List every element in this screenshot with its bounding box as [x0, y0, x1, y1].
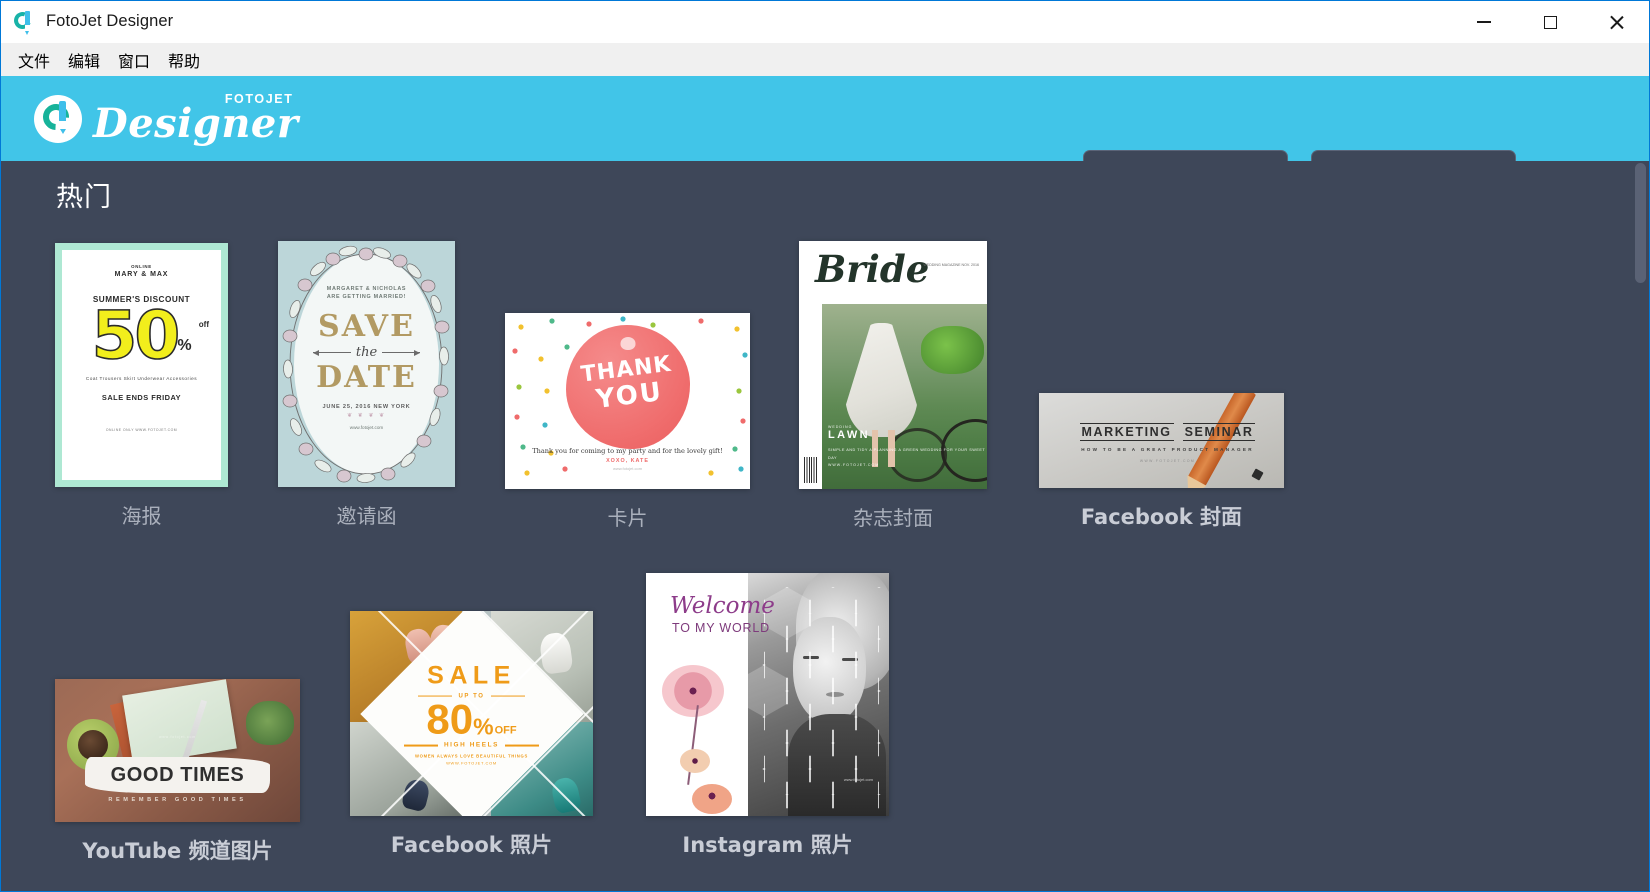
fotojet-logo-icon [11, 8, 36, 35]
template-label-poster: 海报 [121, 504, 162, 528]
facebook-cover-thumbnail: MARKETING SEMINAR HOW TO BE A GREAT PROD… [1039, 393, 1284, 488]
flower-icon [662, 665, 724, 717]
youtube-title: GOOD TIMES [110, 764, 245, 786]
instagram-thumbnail: Welcome TO MY WORLD www.fotojet.com [646, 573, 889, 816]
template-label-card: 卡片 [607, 506, 648, 530]
fbpost-tagline: WOMEN ALWAYS LOVE BEAUTIFUL THINGS [415, 753, 528, 759]
invite-when: JUNE 25, 2016 NEW YORK [322, 404, 411, 411]
poster-percent: % [177, 336, 192, 354]
menu-item-window[interactable]: 窗口 [109, 45, 159, 75]
fotojet-mark-icon [34, 94, 82, 143]
template-card-youtube[interactable]: www.fotojet.com GOOD TIMES REMEMBER GOOD… [55, 679, 300, 865]
menu-item-help[interactable]: 帮助 [159, 45, 209, 75]
invite-url: www.fotojet.com [349, 425, 384, 431]
template-label-youtube: YouTube 频道图片 [82, 839, 273, 863]
minimize-button[interactable] [1451, 1, 1517, 43]
instagram-welcome: Welcome [670, 593, 775, 619]
maximize-button[interactable] [1517, 1, 1583, 43]
poster-categories: Coat Trousers Skirt Underwear Accessorie… [85, 375, 198, 381]
invite-buds: ❦ ❦ ❦ ❦ [346, 413, 387, 420]
magazine-url: WWW.FOTOJET.COM [828, 463, 880, 467]
invite-line1: MARGARET & NICHOLAS [326, 286, 407, 292]
poster-thumbnail: ONLINE MARY & MAX SUMMER'S DISCOUNT 50 %… [55, 243, 228, 487]
youtube-url: www.fotojet.com [159, 735, 196, 739]
logo-wordmark: FOTOJET Designer [93, 91, 298, 144]
youtube-sub: REMEMBER GOOD TIMES [108, 797, 247, 803]
instagram-world: TO MY WORLD [672, 621, 770, 635]
card-signature: XOXO, KATE [606, 458, 649, 464]
application-window: FotoJet Designer 文件 编辑 窗口 帮助 FOTOJET Des… [0, 0, 1650, 892]
magazine-title: Bride [815, 247, 930, 291]
invite-the: the [355, 345, 378, 361]
menu-item-edit[interactable]: 编辑 [59, 45, 109, 75]
window-controls [1451, 1, 1649, 43]
section-title: 热门 [56, 182, 112, 213]
invite-save: SAVE [318, 309, 415, 345]
fbpost-number: 80 [426, 695, 474, 743]
poster-online: ONLINE [131, 264, 152, 269]
template-card-invitation[interactable]: MARGARET & NICHOLAS ARE GETTING MARRIED!… [278, 241, 455, 529]
invite-line2: ARE GETTING MARRIED! [326, 294, 407, 301]
logo-subtitle: FOTOJET [224, 91, 294, 106]
menu-bar: 文件 编辑 窗口 帮助 [1, 43, 1649, 76]
maximize-icon [1543, 15, 1557, 29]
fbpost-sale: SALE [427, 661, 516, 690]
template-card-magazine[interactable]: Bride WEDDING MAGAZINE NOV. 2016 WEDDING… [799, 241, 987, 531]
fbcover-word2: SEMINAR [1182, 423, 1256, 441]
close-icon [1608, 14, 1624, 30]
template-card-poster[interactable]: ONLINE MARY & MAX SUMMER'S DISCOUNT 50 %… [55, 243, 228, 529]
fbcover-sub: HOW TO BE A GREAT PRODUCT MANAGER [1081, 447, 1254, 452]
fbcover-word1: MARKETING [1079, 423, 1174, 441]
poster-off: off [198, 320, 209, 329]
card-thumbnail: THANK YOU Thank you for coming to my par… [505, 313, 750, 489]
fbpost-category: HIGH HEELS [443, 741, 500, 749]
poster-number: 50 [91, 297, 181, 374]
instagram-url: www.fotojet.com [843, 777, 873, 782]
youtube-thumbnail: www.fotojet.com GOOD TIMES REMEMBER GOOD… [55, 679, 300, 822]
title-bar: FotoJet Designer [1, 1, 1649, 43]
app-logo[interactable]: FOTOJET Designer [34, 91, 298, 144]
window-title: FotoJet Designer [46, 12, 174, 30]
brand-header: FOTOJET Designer [1, 76, 1649, 172]
rose-icon [620, 337, 635, 350]
menu-item-file[interactable]: 文件 [9, 45, 59, 75]
template-card-card[interactable]: THANK YOU Thank you for coming to my par… [505, 313, 750, 531]
poster-url: ONLINE ONLY WWW.FOTOJET.COM [105, 427, 178, 432]
vertical-scrollbar[interactable] [1632, 161, 1649, 891]
invitation-thumbnail: MARGARET & NICHOLAS ARE GETTING MARRIED!… [278, 241, 455, 487]
fbpost-off: OFF [494, 724, 517, 737]
barcode-icon [803, 456, 818, 484]
scrollbar-thumb[interactable] [1635, 163, 1646, 283]
poster-ends: SALE ENDS FRIDAY [101, 392, 182, 402]
template-label-facebook-post: Facebook 照片 [390, 833, 553, 857]
template-card-instagram[interactable]: Welcome TO MY WORLD www.fotojet.com Inst… [646, 573, 889, 859]
magazine-headline: LAWN [828, 429, 870, 442]
magazine-body: SIMPLE AND TIDY A PLANNING A GREEN WEDDI… [828, 447, 986, 461]
fbpost-percent: % [473, 713, 494, 740]
template-card-facebook-cover[interactable]: MARKETING SEMINAR HOW TO BE A GREAT PROD… [1039, 393, 1284, 531]
template-gallery: 热门 ONLINE MARY & MAX SUMMER'S DISCOUNT 5… [1, 161, 1649, 891]
magazine-corner: WEDDING MAGAZINE NOV. 2016 [923, 263, 979, 267]
magazine-thumbnail: Bride WEDDING MAGAZINE NOV. 2016 WEDDING… [799, 241, 987, 489]
poster-names: MARY & MAX [114, 271, 169, 278]
template-label-instagram: Instagram 照片 [682, 833, 853, 857]
card-url: www.fotojet.com [612, 466, 643, 471]
template-label-magazine: 杂志封面 [853, 506, 933, 530]
template-label-facebook-cover: Facebook 封面 [1080, 505, 1243, 529]
close-button[interactable] [1583, 1, 1649, 43]
fbcover-url: WWW.FOTOJET.COM [1139, 459, 1196, 463]
minimize-icon [1477, 21, 1491, 23]
template-card-facebook-post[interactable]: SALE UP TO 80 % OFF HIGH HEELS WOMEN ALW… [350, 611, 593, 859]
magazine-kicker: WEDDING [828, 425, 853, 430]
template-label-invitation: 邀请函 [336, 504, 397, 528]
fbpost-url: WWW.FOTOJET.COM [446, 760, 497, 766]
card-message: Thank you for coming to my party and for… [532, 447, 723, 455]
facebook-post-thumbnail: SALE UP TO 80 % OFF HIGH HEELS WOMEN ALW… [350, 611, 593, 816]
invite-date: DATE [316, 360, 417, 396]
